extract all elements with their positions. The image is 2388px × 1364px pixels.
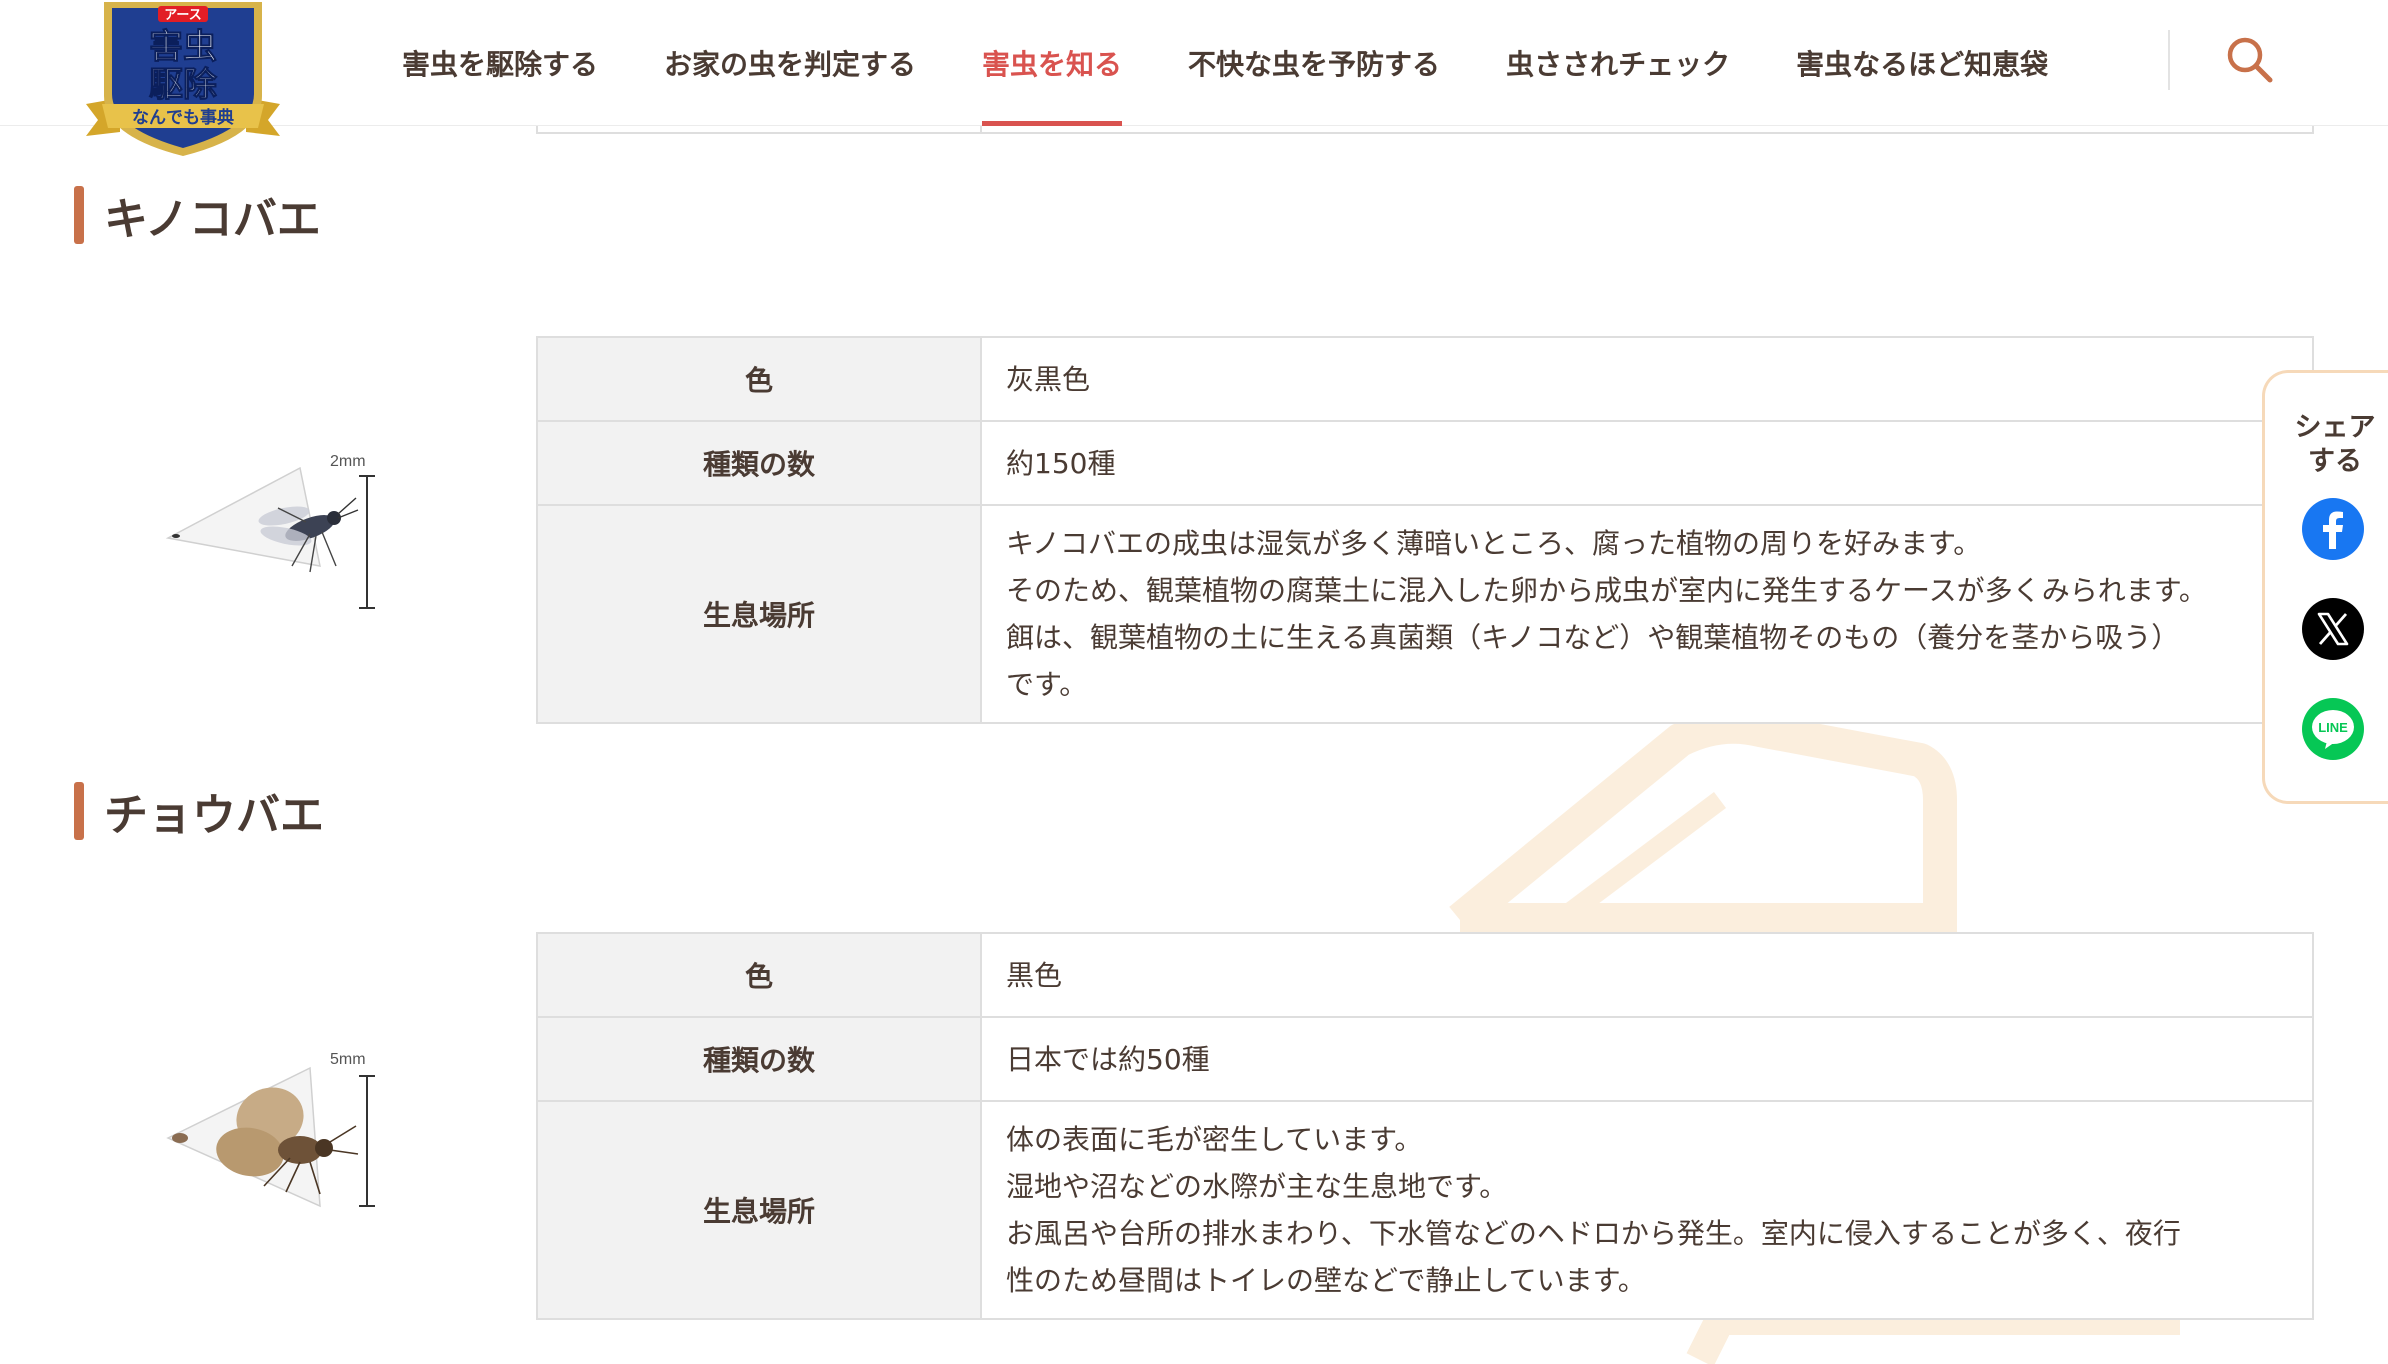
habitat-line: お風呂や台所の排水まわり、下水管などのヘドロから発生。室内に侵入することが多く、… <box>1006 1217 2181 1250</box>
habitat-line: そのため、観葉植物の腐葉土に混入した卵から成虫が室内に発生するケースが多くみられ… <box>1006 574 2207 607</box>
habitat-line: 体の表面に毛が密生しています。 <box>1006 1123 1423 1156</box>
moth-fly-image: 5mm <box>160 1046 380 1216</box>
row-value-habitat: キノコバエの成虫は湿気が多く薄暗いところ、腐った植物の周りを好みます。 そのため… <box>980 504 2314 724</box>
svg-text:なんでも事典: なんでも事典 <box>132 107 234 128</box>
share-label: シェア する <box>2294 412 2376 477</box>
species-info-table: 色 灰黒色 種類の数 約150種 生息場所 キノコバエの成虫は湿気が多く薄暗いと… <box>536 336 2314 724</box>
size-label: 2mm <box>330 453 366 470</box>
habitat-line: 湿地や沼などの水際が主な生息地です。 <box>1006 1170 1508 1203</box>
fungus-gnat-image: 2mm <box>160 448 380 618</box>
row-label-color: 色 <box>536 336 982 422</box>
section-title: チョウバエ <box>74 782 324 841</box>
site-header: アース 害虫 駆除 なんでも事典 害虫を駆除する お家の虫を判定する 害虫を知る… <box>0 0 2388 156</box>
row-label-habitat: 生息場所 <box>536 504 982 724</box>
habitat-line: です。 <box>1006 668 1088 701</box>
habitat-line: キノコバエの成虫は湿気が多く薄暗いところ、腐った植物の周りを好みます。 <box>1006 527 1982 560</box>
share-panel: シェア する LINE <box>2262 370 2388 804</box>
nav-item-learn[interactable]: 害虫を知る <box>982 0 1123 126</box>
x-icon[interactable] <box>2301 597 2365 661</box>
svg-text:アース: アース <box>164 8 202 23</box>
table-row-habitat: 生息場所 体の表面に毛が密生しています。 湿地や沼などの水際が主な生息地です。 … <box>536 1100 2314 1320</box>
row-label-habitat: 生息場所 <box>536 1100 982 1320</box>
table-row-species-count: 種類の数 日本では約50種 <box>536 1016 2314 1102</box>
table-row-species-count: 種類の数 約150種 <box>536 420 2314 506</box>
row-value-habitat: 体の表面に毛が密生しています。 湿地や沼などの水際が主な生息地です。 お風呂や台… <box>980 1100 2314 1320</box>
table-row-color: 色 灰黒色 <box>536 336 2314 422</box>
row-label-species-count: 種類の数 <box>536 1016 982 1102</box>
habitat-line: 性のため昼間はトイレの壁などで静止しています。 <box>1006 1264 1646 1297</box>
row-label-color: 色 <box>536 932 982 1018</box>
search-icon[interactable] <box>2224 34 2276 86</box>
previous-table-edge <box>536 126 2314 134</box>
table-row-habitat: 生息場所 キノコバエの成虫は湿気が多く薄暗いところ、腐った植物の周りを好みます。… <box>536 504 2314 724</box>
svg-text:LINE: LINE <box>2318 720 2348 735</box>
nav-item-bite-check[interactable]: 虫さされチェック <box>1506 0 1730 126</box>
site-logo[interactable]: アース 害虫 駆除 なんでも事典 <box>80 0 286 158</box>
species-info-table: 色 黒色 種類の数 日本では約50種 生息場所 体の表面に毛が密生しています。 … <box>536 932 2314 1320</box>
row-value-color: 黒色 <box>980 932 2314 1018</box>
line-icon[interactable]: LINE <box>2301 697 2365 761</box>
nav-item-tips[interactable]: 害虫なるほど知恵袋 <box>1796 0 2048 126</box>
global-nav: 害虫を駆除する お家の虫を判定する 害虫を知る 不快な虫を予防する 虫さされチェ… <box>402 0 2114 126</box>
row-value-species-count: 日本では約50種 <box>980 1016 2314 1102</box>
section-title: キノコバエ <box>74 186 321 245</box>
nav-divider <box>2168 30 2170 90</box>
table-row-color: 色 黒色 <box>536 932 2314 1018</box>
nav-item-identify[interactable]: お家の虫を判定する <box>664 0 916 126</box>
nav-item-exterminate[interactable]: 害虫を駆除する <box>402 0 598 126</box>
habitat-line: 餌は、観葉植物の土に生える真菌類（キノコなど）や観葉植物そのもの（養分を茎から吸… <box>1006 621 2180 654</box>
row-value-species-count: 約150種 <box>980 420 2314 506</box>
row-label-species-count: 種類の数 <box>536 420 982 506</box>
svg-text:害虫: 害虫 <box>149 27 217 67</box>
row-value-color: 灰黒色 <box>980 336 2314 422</box>
nav-item-prevent[interactable]: 不快な虫を予防する <box>1188 0 1440 126</box>
svg-text:駆除: 駆除 <box>149 65 218 105</box>
facebook-icon[interactable] <box>2301 497 2365 561</box>
size-label: 5mm <box>330 1051 366 1068</box>
